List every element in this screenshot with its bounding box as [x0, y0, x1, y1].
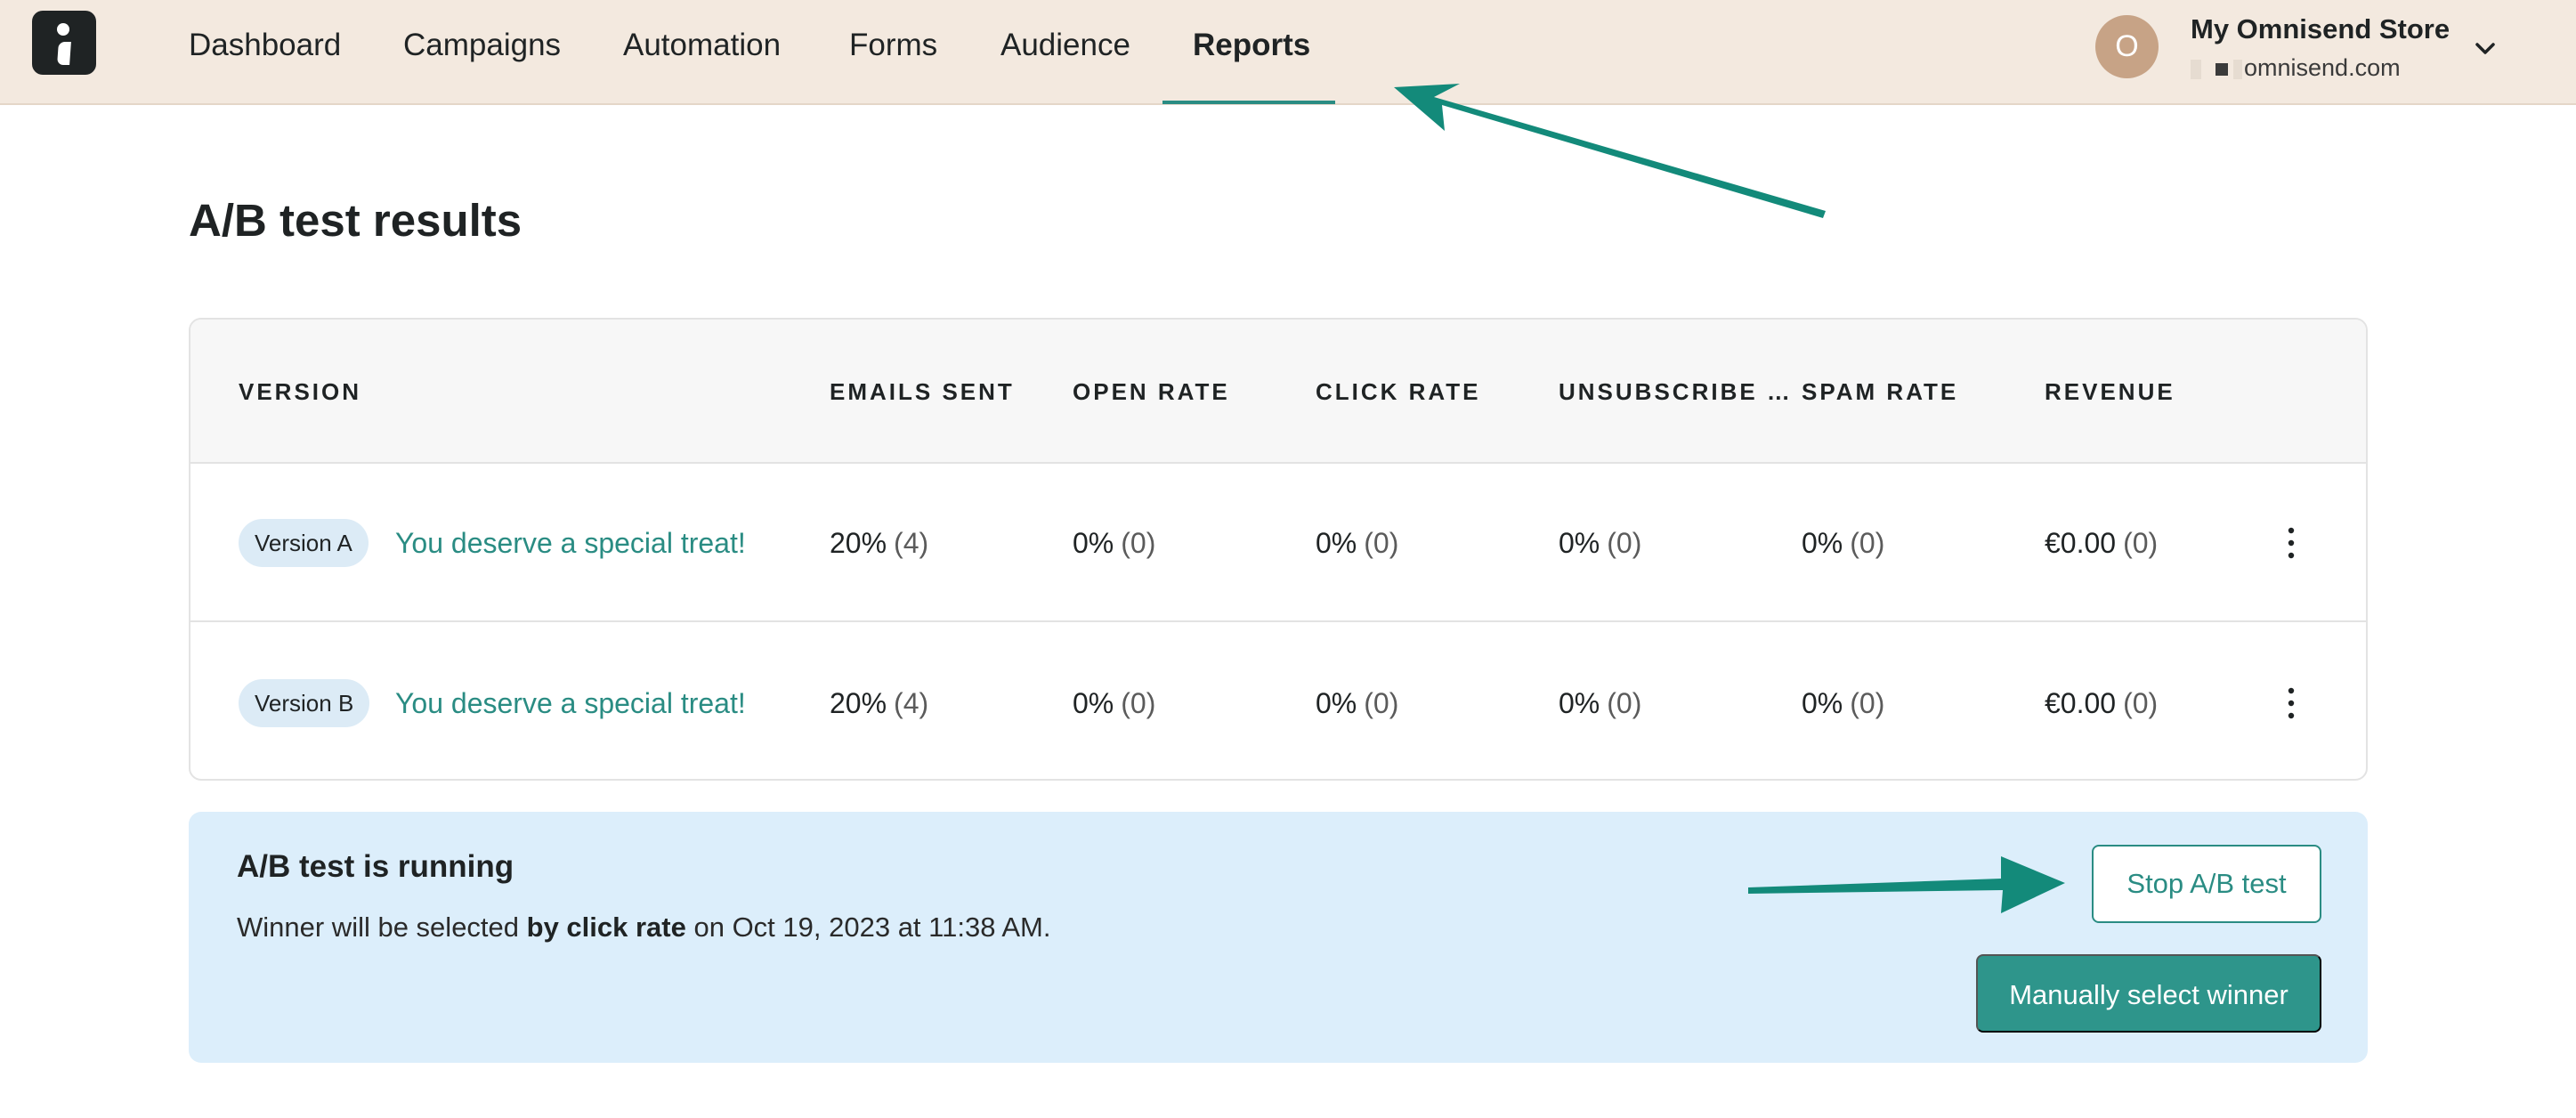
revenue-cell: €0.00 (0) [2045, 464, 2158, 622]
column-header-open-rate[interactable]: OPEN RATE [1073, 320, 1230, 464]
nav-item-dashboard[interactable]: Dashboard [189, 0, 341, 105]
cell-value: 0% [1802, 527, 1843, 559]
spam-rate-cell: 0% (0) [1802, 624, 1885, 779]
cell-value: 20% [830, 527, 887, 559]
cell-value: 0% [1559, 687, 1600, 719]
stop-ab-test-button[interactable]: Stop A/B test [2092, 845, 2321, 923]
nav-item-forms[interactable]: Forms [849, 0, 937, 105]
column-header-spam-rate[interactable]: SPAM RATE [1802, 320, 1958, 464]
cell-value: 20% [830, 687, 887, 719]
version-badge: Version B [239, 679, 370, 727]
column-header-emails-sent[interactable]: EMAILS SENT [830, 320, 1015, 464]
column-header-revenue[interactable]: REVENUE [2045, 320, 2175, 464]
more-vertical-icon[interactable] [2273, 522, 2309, 564]
cell-count: (0) [1364, 527, 1399, 559]
cell-count: (4) [894, 687, 929, 719]
status-text-bold: by click rate [526, 911, 686, 943]
redacted-block [2233, 59, 2242, 79]
logo-stem [57, 42, 71, 65]
nav-item-audience[interactable]: Audience [1000, 0, 1130, 105]
manually-select-winner-button[interactable]: Manually select winner [1976, 954, 2321, 1033]
redacted-block [2191, 59, 2201, 79]
logo-dot [57, 23, 69, 36]
status-title: A/B test is running [237, 849, 514, 884]
cell-count: (0) [1607, 527, 1642, 559]
cell-value: €0.00 [2045, 687, 2117, 719]
ab-test-status-banner: A/B test is running Winner will be selec… [189, 812, 2368, 1063]
email-subject-link[interactable]: You deserve a special treat! [395, 464, 746, 622]
store-name[interactable]: My Omnisend Store [2191, 13, 2450, 45]
page-title: A/B test results [189, 195, 522, 246]
revenue-cell: €0.00 (0) [2045, 624, 2159, 779]
omnisend-logo-icon[interactable] [32, 11, 96, 75]
table-row: Version B You deserve a special treat! 2… [190, 624, 2366, 779]
nav-item-campaigns[interactable]: Campaigns [403, 0, 561, 105]
cell-count: (0) [1121, 687, 1156, 719]
version-badge: Version A [239, 519, 369, 567]
table-row: Version A You deserve a special treat! 2… [190, 464, 2366, 622]
column-header-version: VERSION [239, 378, 362, 405]
click-rate-cell: 0% (0) [1316, 624, 1399, 779]
cell-count: (0) [1850, 687, 1885, 719]
column-header-click-rate[interactable]: CLICK RATE [1316, 320, 1481, 464]
store-domain: omnisend.com [2191, 54, 2401, 82]
cell-count: (0) [1121, 527, 1156, 559]
cell-value: 0% [1073, 527, 1114, 559]
status-text-after: on Oct 19, 2023 at 11:38 AM. [685, 911, 1051, 943]
top-navigation-bar: Dashboard Campaigns Automation Forms Aud… [0, 0, 2576, 105]
cell-value: 0% [1316, 527, 1357, 559]
click-rate-cell: 0% (0) [1316, 464, 1398, 622]
table-header: VERSION EMAILS SENT OPEN RATE CLICK RATE… [190, 320, 2366, 464]
unsubscribe-rate-cell: 0% (0) [1559, 464, 1641, 622]
cell-value: 0% [1802, 687, 1843, 719]
cell-value: 0% [1316, 687, 1357, 719]
redacted-block [2216, 62, 2228, 76]
status-description: Winner will be selected by click rate on… [237, 911, 1050, 944]
open-rate-cell: 0% (0) [1073, 464, 1155, 622]
ab-results-table: VERSION EMAILS SENT OPEN RATE CLICK RATE… [189, 318, 2368, 781]
avatar[interactable]: O [2095, 15, 2159, 78]
cell-count: (0) [2123, 687, 2159, 719]
emails-sent-cell: 20% (4) [830, 464, 928, 622]
unsubscribe-rate-cell: 0% (0) [1559, 624, 1642, 779]
nav-item-reports[interactable]: Reports [1193, 0, 1310, 105]
active-tab-indicator [1162, 101, 1335, 104]
cell-value: 0% [1073, 687, 1114, 719]
emails-sent-cell: 20% (4) [830, 624, 929, 779]
status-text-before: Winner will be selected [237, 911, 527, 943]
column-header-unsubscribe-rate[interactable]: UNSUBSCRIBE … [1559, 320, 1793, 464]
spam-rate-cell: 0% (0) [1802, 464, 1884, 622]
cell-count: (4) [894, 527, 929, 559]
cell-count: (0) [1850, 527, 1885, 559]
cell-value: €0.00 [2045, 527, 2117, 559]
open-rate-cell: 0% (0) [1073, 624, 1156, 779]
cell-count: (0) [2123, 527, 2159, 559]
cell-count: (0) [1607, 687, 1642, 719]
nav-item-automation[interactable]: Automation [623, 0, 781, 105]
more-vertical-icon[interactable] [2273, 682, 2309, 725]
cell-value: 0% [1559, 527, 1600, 559]
email-subject-link[interactable]: You deserve a special treat! [395, 624, 746, 779]
cell-count: (0) [1364, 687, 1399, 719]
store-domain-text: omnisend.com [2244, 54, 2401, 81]
chevron-down-icon[interactable] [2472, 36, 2499, 62]
